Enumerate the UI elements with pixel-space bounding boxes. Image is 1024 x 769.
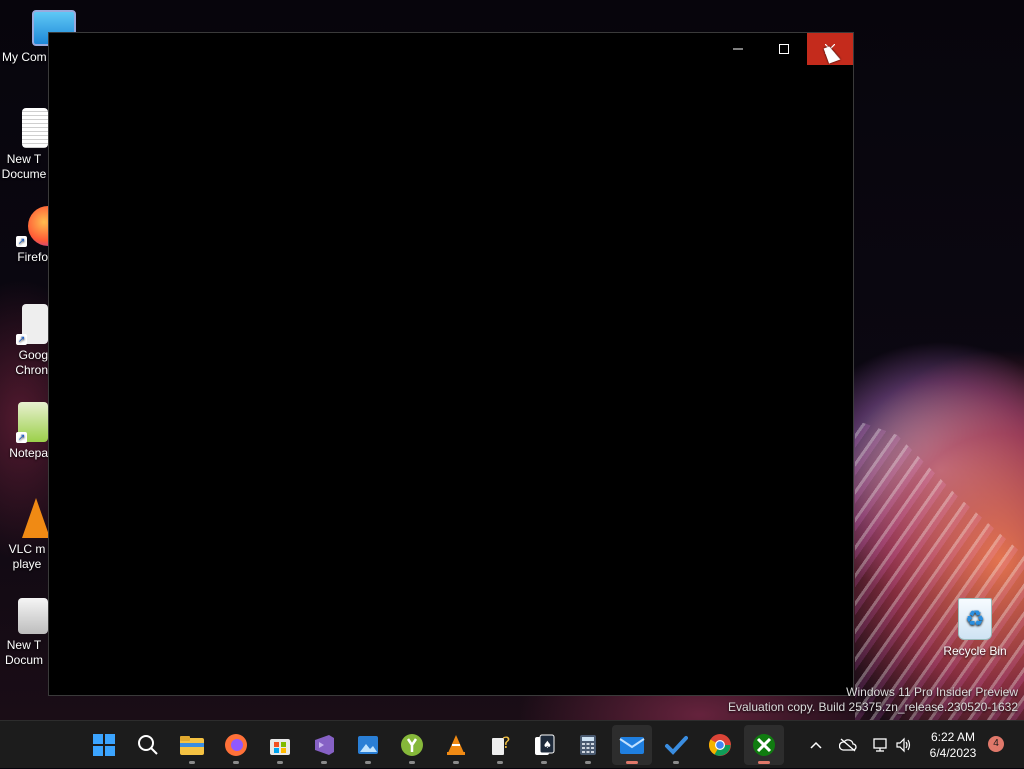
taskbar-calculator[interactable] xyxy=(568,725,608,765)
vlc-icon xyxy=(447,735,465,755)
notification-badge[interactable]: 4 xyxy=(988,736,1004,752)
green-y-icon xyxy=(401,734,423,756)
text-document-icon xyxy=(18,598,48,634)
taskbar-visual-studio[interactable] xyxy=(304,725,344,765)
running-indicator xyxy=(673,761,679,764)
desktop-icon-label: Notepa xyxy=(9,446,48,460)
taskbar: ? ♠ 6:22 AM 6/4/2023 xyxy=(0,720,1024,768)
photos-icon xyxy=(358,736,378,754)
chevron-up-icon xyxy=(810,741,822,749)
search-icon xyxy=(138,735,158,755)
desktop-icon-label: Firefo xyxy=(17,250,48,264)
folder-icon xyxy=(180,736,204,755)
running-indicator xyxy=(321,761,327,764)
running-indicator xyxy=(626,761,638,764)
watermark-build: Evaluation copy. Build 25375.zn_release.… xyxy=(728,700,1018,714)
minimize-icon xyxy=(733,48,743,50)
svg-text:?: ? xyxy=(502,733,511,752)
tray-volume[interactable] xyxy=(892,721,916,769)
taskbar-search-button[interactable] xyxy=(128,725,168,765)
maximize-button[interactable] xyxy=(761,33,807,65)
taskbar-firefox[interactable] xyxy=(216,725,256,765)
running-indicator xyxy=(409,761,415,764)
tips-icon: ? xyxy=(492,733,511,755)
running-indicator xyxy=(497,761,503,764)
desktop-icon-label: Goog Chron xyxy=(15,348,48,377)
taskbar-clock[interactable]: 6:22 AM 6/4/2023 xyxy=(920,729,986,761)
xbox-icon xyxy=(753,734,775,756)
desktop-icon-recycle-bin[interactable]: ♻ Recycle Bin xyxy=(939,598,1011,659)
running-indicator xyxy=(758,761,770,764)
clock-time: 6:22 AM xyxy=(930,730,976,744)
vlc-icon xyxy=(22,498,50,538)
taskbar-mail[interactable] xyxy=(612,725,652,765)
tray-overflow-button[interactable] xyxy=(804,721,828,769)
maximize-icon xyxy=(779,44,789,54)
svg-text:♠: ♠ xyxy=(543,740,552,751)
running-indicator xyxy=(453,761,459,764)
network-icon xyxy=(873,738,887,752)
running-indicator xyxy=(585,761,591,764)
taskbar-todo[interactable] xyxy=(656,725,696,765)
firefox-icon xyxy=(225,734,247,756)
running-indicator xyxy=(277,761,283,764)
clock-date: 6/4/2023 xyxy=(929,746,977,760)
taskbar-tips[interactable]: ? xyxy=(480,725,520,765)
volume-icon xyxy=(896,737,911,753)
taskbar-solitaire[interactable]: ♠ xyxy=(524,725,564,765)
windows-start-icon xyxy=(93,734,115,756)
taskbar-photos[interactable] xyxy=(348,725,388,765)
desktop-icon-label: New T Docume xyxy=(1,152,47,181)
minimize-button[interactable] xyxy=(715,33,761,65)
mail-icon xyxy=(619,737,645,754)
desktop-icon-label: Recycle Bin xyxy=(943,644,1007,658)
running-indicator xyxy=(541,761,547,764)
taskbar-start-button[interactable] xyxy=(84,725,124,765)
tray-onedrive[interactable] xyxy=(836,721,860,769)
evaluation-watermark: Windows 11 Pro Insider Preview Evaluatio… xyxy=(728,685,1018,715)
chrome-icon xyxy=(709,734,731,756)
checkmark-icon xyxy=(665,736,688,755)
shortcut-arrow-icon: ↗ xyxy=(16,432,27,443)
tray-network[interactable] xyxy=(868,721,892,769)
watermark-edition: Windows 11 Pro Insider Preview xyxy=(846,685,1018,699)
recycle-bin-icon: ♻ xyxy=(958,598,992,640)
desktop-icon-label: New T Docum xyxy=(4,638,43,667)
taskbar-file-explorer[interactable] xyxy=(172,725,212,765)
taskbar-microsoft-store[interactable] xyxy=(260,725,300,765)
running-indicator xyxy=(233,761,239,764)
shortcut-arrow-icon: ↗ xyxy=(16,236,27,247)
taskbar-app-y[interactable] xyxy=(392,725,432,765)
shortcut-arrow-icon: ↗ xyxy=(16,334,27,345)
cards-icon: ♠ xyxy=(535,734,555,755)
calculator-icon xyxy=(580,735,596,755)
visual-studio-icon xyxy=(315,735,334,755)
taskbar-vlc[interactable] xyxy=(436,725,476,765)
taskbar-xbox[interactable] xyxy=(744,725,784,765)
desktop-icon-label: VLC m playe xyxy=(8,542,46,571)
text-document-icon xyxy=(22,108,48,148)
running-indicator xyxy=(365,761,371,764)
taskbar-chrome[interactable] xyxy=(700,725,740,765)
running-indicator xyxy=(189,761,195,764)
cloud-off-icon xyxy=(839,738,857,752)
app-window[interactable] xyxy=(48,32,854,696)
store-icon xyxy=(270,739,290,755)
